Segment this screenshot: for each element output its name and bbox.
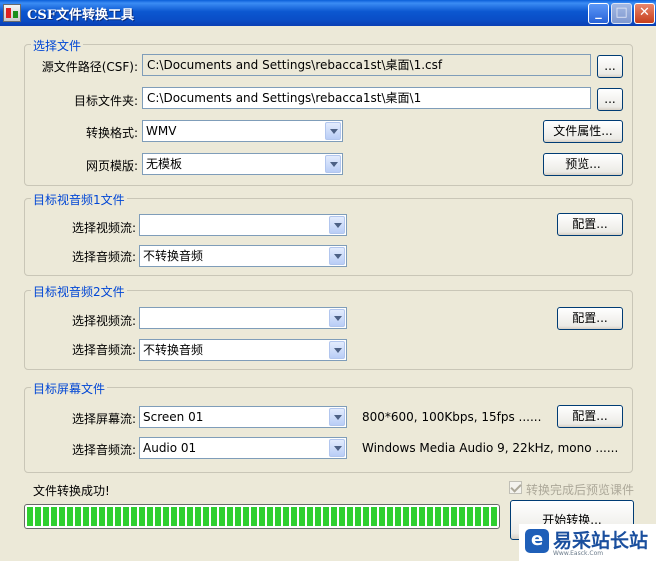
- close-button[interactable]: ✕: [634, 3, 655, 24]
- watermark-logo-icon: [525, 529, 549, 553]
- maximize-icon: □: [615, 5, 628, 20]
- chevron-down-icon[interactable]: [329, 216, 345, 234]
- av2-audio-label: 选择音频流:: [71, 343, 136, 357]
- minimize-icon: _: [595, 5, 602, 20]
- minimize-button[interactable]: _: [588, 3, 609, 24]
- screen-legend: 目标屏幕文件: [31, 380, 108, 397]
- app-window: CSF文件转换工具 _ □ ✕ 选择文件 源文件路径(CSF): C:\Docu…: [0, 0, 656, 561]
- av2-audio-value: 不转换音频: [143, 343, 204, 357]
- screen-stream-value: Screen 01: [143, 410, 204, 424]
- target-folder-label: 目标文件夹:: [73, 94, 138, 108]
- maximize-button[interactable]: □: [611, 3, 632, 24]
- chevron-down-icon[interactable]: [325, 155, 341, 173]
- screen-audio-value: Audio 01: [143, 441, 197, 455]
- progress-bar: [24, 504, 500, 529]
- av2-video-select[interactable]: [139, 307, 347, 329]
- chevron-down-icon[interactable]: [329, 309, 345, 327]
- av2-video-label: 选择视频流:: [71, 314, 136, 328]
- template-value: 无模板: [146, 157, 183, 171]
- chevron-down-icon[interactable]: [329, 247, 345, 265]
- chevron-down-icon[interactable]: [329, 439, 345, 457]
- watermark-subtext: Www.Easck.Com: [553, 550, 604, 557]
- source-path-label: 源文件路径(CSF):: [41, 60, 138, 74]
- watermark: 易采站长站 Www.Easck.Com: [519, 524, 656, 561]
- av2-config-button[interactable]: 配置...: [557, 307, 623, 330]
- av1-config-button[interactable]: 配置...: [557, 213, 623, 236]
- window-title: CSF文件转换工具: [27, 8, 134, 23]
- target-folder-field[interactable]: C:\Documents and Settings\rebacca1st\桌面\…: [142, 87, 591, 109]
- screen-audio-label: 选择音频流:: [71, 443, 136, 457]
- close-icon: ✕: [639, 5, 650, 20]
- progress-fill: [27, 507, 497, 526]
- screen-group: [24, 387, 633, 473]
- preview-after-convert-label: 转换完成后预览课件: [526, 483, 635, 497]
- chevron-down-icon[interactable]: [329, 341, 345, 359]
- screen-stream-label: 选择屏幕流:: [71, 412, 136, 426]
- chevron-down-icon[interactable]: [329, 408, 345, 426]
- preview-button[interactable]: 预览...: [543, 153, 623, 176]
- format-value: WMV: [146, 124, 177, 138]
- template-label: 网页模版:: [85, 159, 138, 173]
- av2-audio-select[interactable]: 不转换音频: [139, 339, 347, 361]
- screen-config-button[interactable]: 配置...: [557, 405, 623, 428]
- source-path-field[interactable]: C:\Documents and Settings\rebacca1st\桌面\…: [142, 54, 591, 76]
- status-text: 文件转换成功!: [33, 484, 110, 498]
- av1-legend: 目标视音频1文件: [31, 191, 127, 208]
- av1-audio-select[interactable]: 不转换音频: [139, 245, 347, 267]
- screen-stream-select[interactable]: Screen 01: [139, 406, 347, 428]
- watermark-text: 易采站长站: [553, 530, 649, 552]
- preview-after-convert-checkbox[interactable]: [509, 481, 522, 494]
- title-bar[interactable]: CSF文件转换工具 _ □ ✕: [0, 0, 656, 26]
- select-file-legend: 选择文件: [31, 37, 84, 54]
- template-select[interactable]: 无模板: [142, 153, 343, 175]
- av2-legend: 目标视音频2文件: [31, 283, 127, 300]
- chevron-down-icon[interactable]: [325, 122, 341, 140]
- av1-video-label: 选择视频流:: [71, 221, 136, 235]
- browse-source-button[interactable]: ...: [597, 55, 623, 78]
- av1-audio-label: 选择音频流:: [71, 250, 136, 264]
- screen-audio-info: Windows Media Audio 9, 22kHz, mono .....…: [362, 441, 619, 455]
- av1-video-select[interactable]: [139, 214, 347, 236]
- av1-audio-value: 不转换音频: [143, 249, 204, 263]
- file-properties-button[interactable]: 文件属性...: [543, 120, 623, 143]
- screen-stream-info: 800*600, 100Kbps, 15fps ......: [362, 410, 542, 424]
- format-label: 转换格式:: [85, 126, 138, 140]
- app-icon: [3, 4, 21, 22]
- screen-audio-select[interactable]: Audio 01: [139, 437, 347, 459]
- browse-target-button[interactable]: ...: [597, 88, 623, 111]
- format-select[interactable]: WMV: [142, 120, 343, 142]
